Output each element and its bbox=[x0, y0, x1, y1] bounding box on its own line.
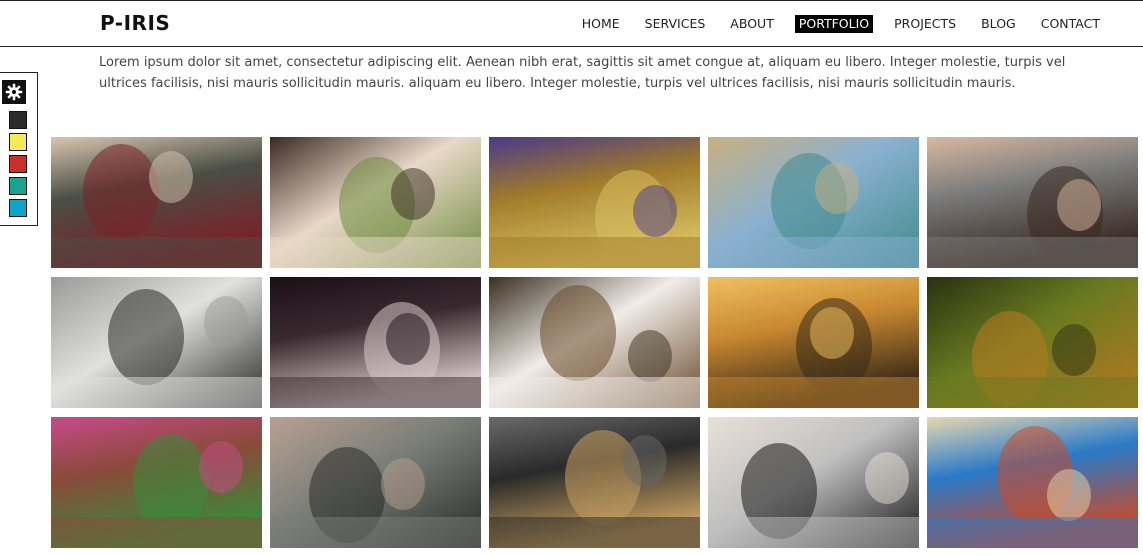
gallery-item-tree-lined-avenue[interactable] bbox=[927, 277, 1138, 408]
nav-about[interactable]: ABOUT bbox=[726, 15, 778, 33]
gallery-photo bbox=[927, 277, 1138, 408]
nav-portfolio[interactable]: PORTFOLIO bbox=[794, 15, 874, 33]
site-header: P-IRIS HOME SERVICES ABOUT PORTFOLIO PRO… bbox=[0, 0, 1143, 47]
gallery-photo bbox=[489, 417, 700, 548]
intro-paragraph: Lorem ipsum dolor sit amet, consectetur … bbox=[99, 55, 1066, 91]
gallery-item-woman-portrait-grey[interactable] bbox=[927, 137, 1138, 268]
nav-projects[interactable]: PROJECTS bbox=[890, 15, 960, 33]
gallery-photo bbox=[270, 137, 481, 268]
gallery-photo bbox=[708, 137, 919, 268]
gallery-photo bbox=[489, 137, 700, 268]
gallery-item-sunset-street-lamps[interactable] bbox=[708, 277, 919, 408]
gallery-item-city-bridge-crowd[interactable] bbox=[708, 137, 919, 268]
main-nav: HOME SERVICES ABOUT PORTFOLIO PROJECTS B… bbox=[578, 15, 1104, 33]
gallery-photo bbox=[927, 417, 1138, 548]
nav-contact[interactable]: CONTACT bbox=[1037, 15, 1104, 33]
gallery-photo bbox=[51, 417, 262, 548]
gallery-item-night-street-shopping[interactable] bbox=[489, 417, 700, 548]
swatch-blue[interactable] bbox=[9, 199, 27, 217]
gallery-item-woman-lying-grass[interactable] bbox=[270, 137, 481, 268]
swatch-teal[interactable] bbox=[9, 177, 27, 195]
style-switcher bbox=[0, 72, 38, 226]
gallery-photo bbox=[270, 277, 481, 408]
gallery-item-woman-grey-hoodie[interactable] bbox=[270, 417, 481, 548]
gallery-photo bbox=[708, 417, 919, 548]
gallery-item-woman-red-coat-dandelion[interactable] bbox=[51, 137, 262, 268]
gallery-photo bbox=[927, 137, 1138, 268]
gallery-photo bbox=[489, 277, 700, 408]
gallery-photo bbox=[708, 277, 919, 408]
gallery-photo bbox=[270, 417, 481, 548]
swatch-dark[interactable] bbox=[9, 111, 27, 129]
nav-home[interactable]: HOME bbox=[578, 15, 624, 33]
gallery-item-women-sitting-street[interactable] bbox=[489, 137, 700, 268]
gallery-item-amusement-park-rides[interactable] bbox=[927, 417, 1138, 548]
gallery-item-graffiti-market[interactable] bbox=[51, 417, 262, 548]
gallery-item-woman-grey-hat[interactable] bbox=[489, 277, 700, 408]
gallery-item-girl-dark-hair-sunlight[interactable] bbox=[51, 277, 262, 408]
swatch-red[interactable] bbox=[9, 155, 27, 173]
gallery-item-woman-lying-bw[interactable] bbox=[270, 277, 481, 408]
gear-icon[interactable] bbox=[2, 80, 26, 104]
nav-services[interactable]: SERVICES bbox=[641, 15, 710, 33]
gallery-photo bbox=[51, 277, 262, 408]
nav-blog[interactable]: BLOG bbox=[977, 15, 1020, 33]
gallery-photo bbox=[51, 137, 262, 268]
gallery-item-asian-woman-portrait-bw[interactable] bbox=[708, 417, 919, 548]
swatch-yellow[interactable] bbox=[9, 133, 27, 151]
site-logo[interactable]: P-IRIS bbox=[100, 11, 170, 35]
